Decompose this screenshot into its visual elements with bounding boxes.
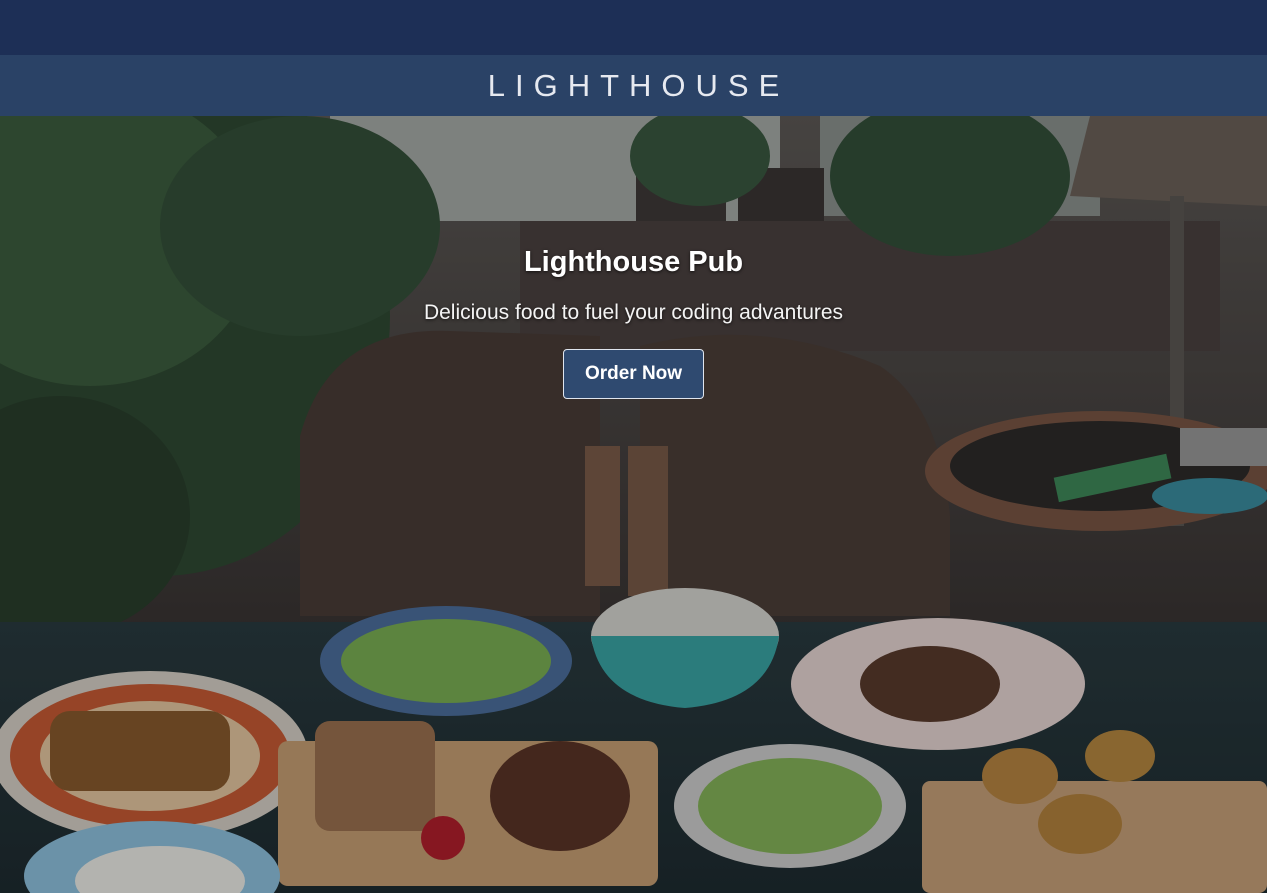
brand-bar: LIGHTHOUSE	[0, 55, 1267, 116]
hero-content: Lighthouse Pub Delicious food to fuel yo…	[0, 246, 1267, 399]
brand-logo-text[interactable]: LIGHTHOUSE	[478, 68, 790, 104]
order-now-button[interactable]: Order Now	[562, 349, 705, 399]
hero-background-image	[0, 116, 1267, 893]
hero-subtitle: Delicious food to fuel your coding advan…	[423, 301, 844, 324]
top-bar	[0, 0, 1267, 55]
hero-section: Lighthouse Pub Delicious food to fuel yo…	[0, 116, 1267, 893]
hero-title: Lighthouse Pub	[523, 246, 744, 278]
